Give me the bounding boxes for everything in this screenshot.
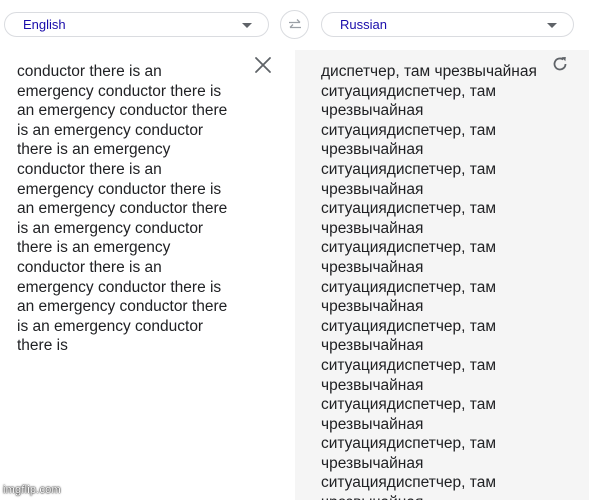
swap-arrows-icon <box>289 19 301 29</box>
language-bar: English Russian <box>0 0 589 50</box>
chevron-down-icon <box>547 23 557 28</box>
translation-pane: диспетчер, там чрезвычайная ситуациядисп… <box>295 50 589 500</box>
source-language-select[interactable]: English <box>4 12 269 37</box>
imgflip-watermark: imgflip.com <box>3 484 61 496</box>
clear-text-button[interactable] <box>253 55 273 75</box>
close-icon <box>255 57 271 73</box>
target-language-select[interactable]: Russian <box>321 12 574 37</box>
translated-text: диспетчер, там чрезвычайная ситуациядисп… <box>321 63 537 500</box>
refresh-icon <box>553 57 567 71</box>
refresh-translation-button[interactable] <box>550 54 570 74</box>
source-language-label: English <box>23 17 66 32</box>
chevron-down-icon <box>242 23 252 28</box>
source-text[interactable]: conductor there is an emergency conducto… <box>17 62 242 356</box>
source-text-pane[interactable]: conductor there is an emergency conducto… <box>0 50 295 500</box>
target-language-label: Russian <box>340 17 387 32</box>
swap-languages-button[interactable] <box>280 10 309 39</box>
